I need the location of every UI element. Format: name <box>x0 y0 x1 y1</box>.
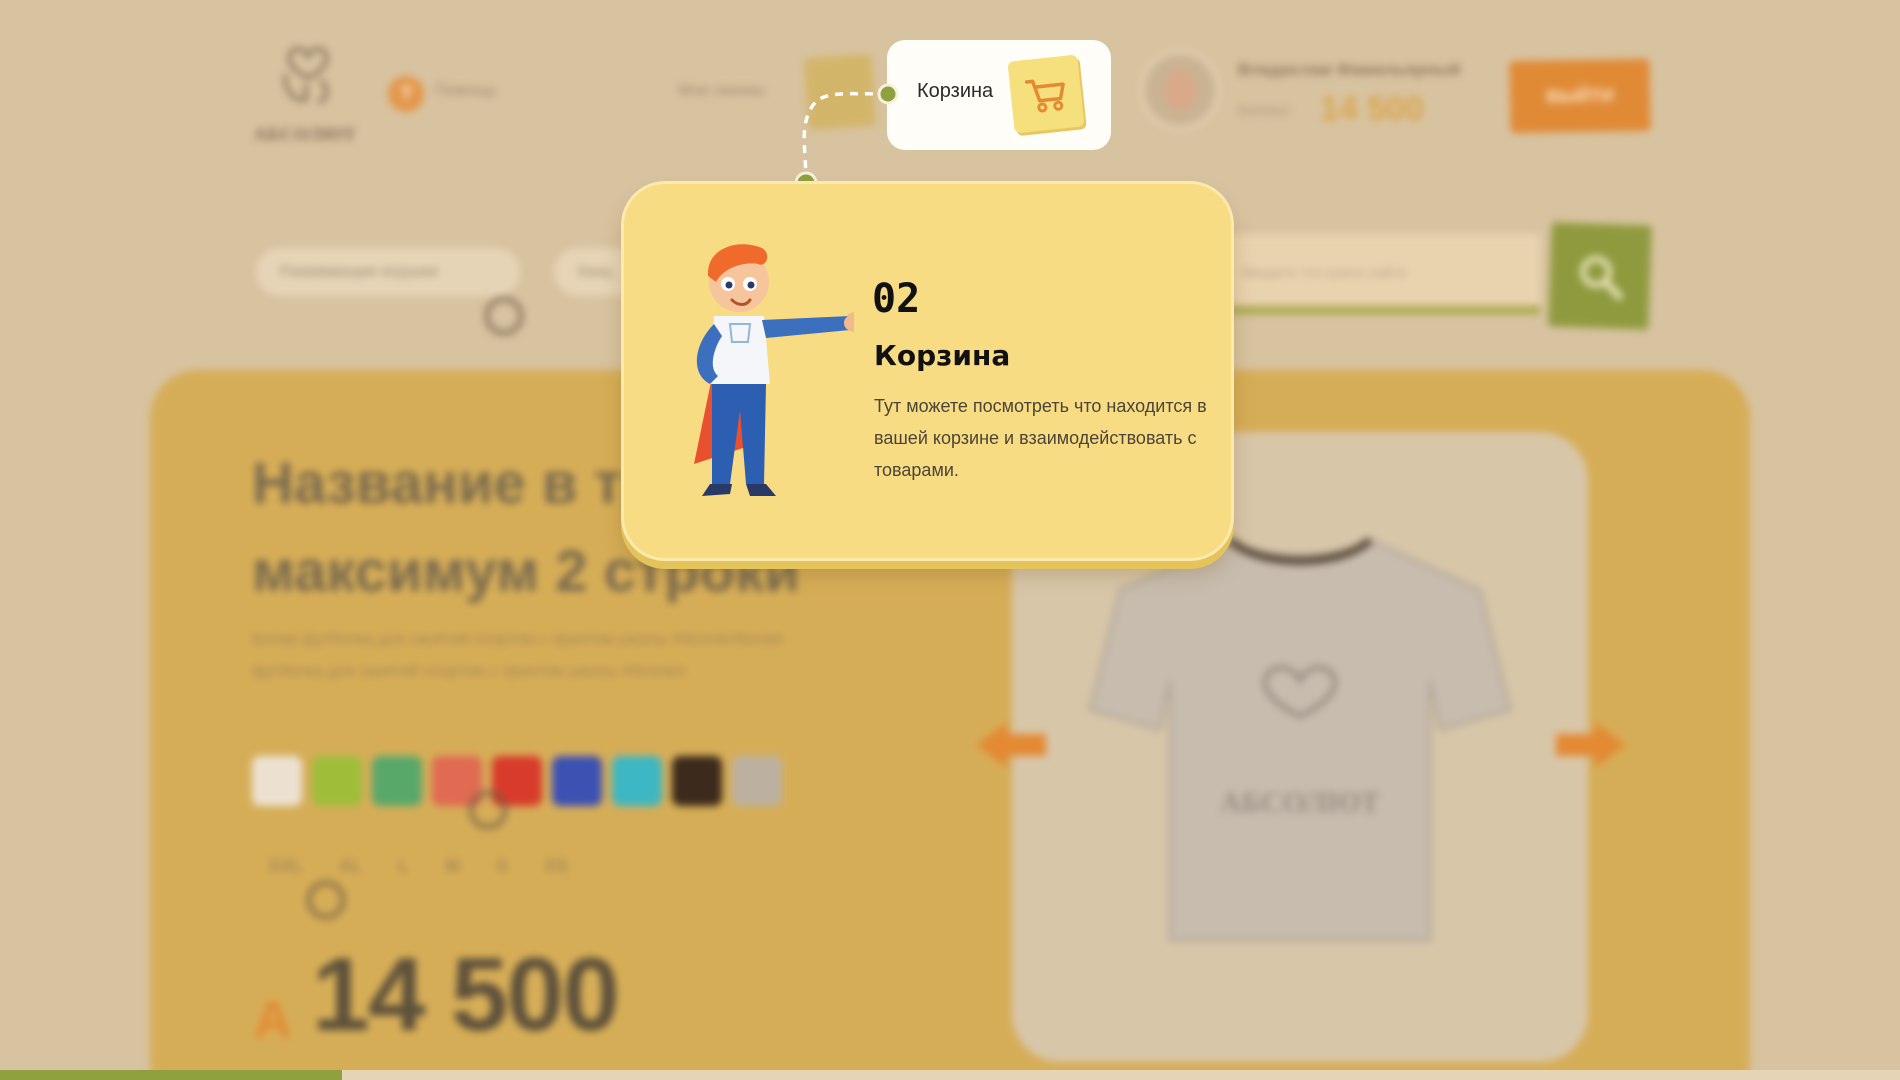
logo-text: АБСОЛЮТ <box>253 124 357 144</box>
color-swatch[interactable] <box>312 756 362 806</box>
color-swatch[interactable] <box>612 756 662 806</box>
cart-button-highlight[interactable]: Корзина <box>887 40 1111 150</box>
tshirt-image: АБСОЛЮТ <box>1088 536 1512 942</box>
size-options: XXL XL L M S XS <box>268 856 568 877</box>
step-title: Корзина <box>874 339 1011 372</box>
pointer-hand-icon <box>484 296 524 336</box>
tour-progress-bar <box>0 1070 1900 1080</box>
category-pill-toys[interactable]: Развивающие игрушки <box>256 248 520 296</box>
avatar[interactable] <box>1140 50 1220 130</box>
my-orders-link[interactable]: Мои заказы <box>678 82 765 100</box>
color-swatch[interactable] <box>672 756 722 806</box>
tour-tooltip-card: 02 Корзина Тут можете посмотреть что нах… <box>621 181 1234 561</box>
color-swatches <box>252 756 782 806</box>
step-number: 02 <box>872 276 921 322</box>
user-name: Владислав Фамильярный <box>1238 60 1461 79</box>
cart-icon-card[interactable] <box>1007 54 1085 134</box>
color-swatch[interactable] <box>252 756 302 806</box>
tshirt-logo-text: АБСОЛЮТ <box>1220 786 1380 819</box>
currency-icon: A <box>254 991 292 1049</box>
search-button[interactable] <box>1548 222 1652 330</box>
size-option[interactable]: XS <box>544 856 568 877</box>
orders-icon[interactable] <box>803 53 877 131</box>
step-description: Тут можете посмотреть что находится в ва… <box>874 396 1207 480</box>
size-option[interactable]: XXL <box>268 856 303 877</box>
balance-value: 14 500 <box>1320 90 1424 128</box>
mascot-illustration <box>694 244 854 496</box>
pointer-hand-icon <box>468 790 508 830</box>
search-input[interactable]: Введите что нужно найти <box>1220 234 1540 314</box>
logo-icon[interactable] <box>272 34 344 106</box>
logout-button[interactable]: ВЫЙТИ <box>1509 58 1651 134</box>
size-option[interactable]: M <box>445 856 460 877</box>
tour-progress-fill <box>0 1070 342 1080</box>
product-price: 14 500 <box>312 937 620 1053</box>
help-icon[interactable]: ? <box>388 76 424 112</box>
color-swatch[interactable] <box>552 756 602 806</box>
balance-label: Баланс: <box>1238 102 1294 119</box>
product-description: Белая футболка для занятий спортом с при… <box>252 631 783 680</box>
color-swatch[interactable] <box>732 756 782 806</box>
cart-icon <box>1024 79 1065 113</box>
help-link[interactable]: Помощь <box>435 82 497 100</box>
search-icon <box>1580 255 1623 301</box>
color-swatch[interactable] <box>372 756 422 806</box>
size-option[interactable]: S <box>496 856 508 877</box>
cart-label: Корзина <box>917 80 994 102</box>
size-option[interactable]: XL <box>339 856 362 877</box>
pointer-hand-icon <box>306 880 346 920</box>
size-option[interactable]: L <box>398 856 409 877</box>
